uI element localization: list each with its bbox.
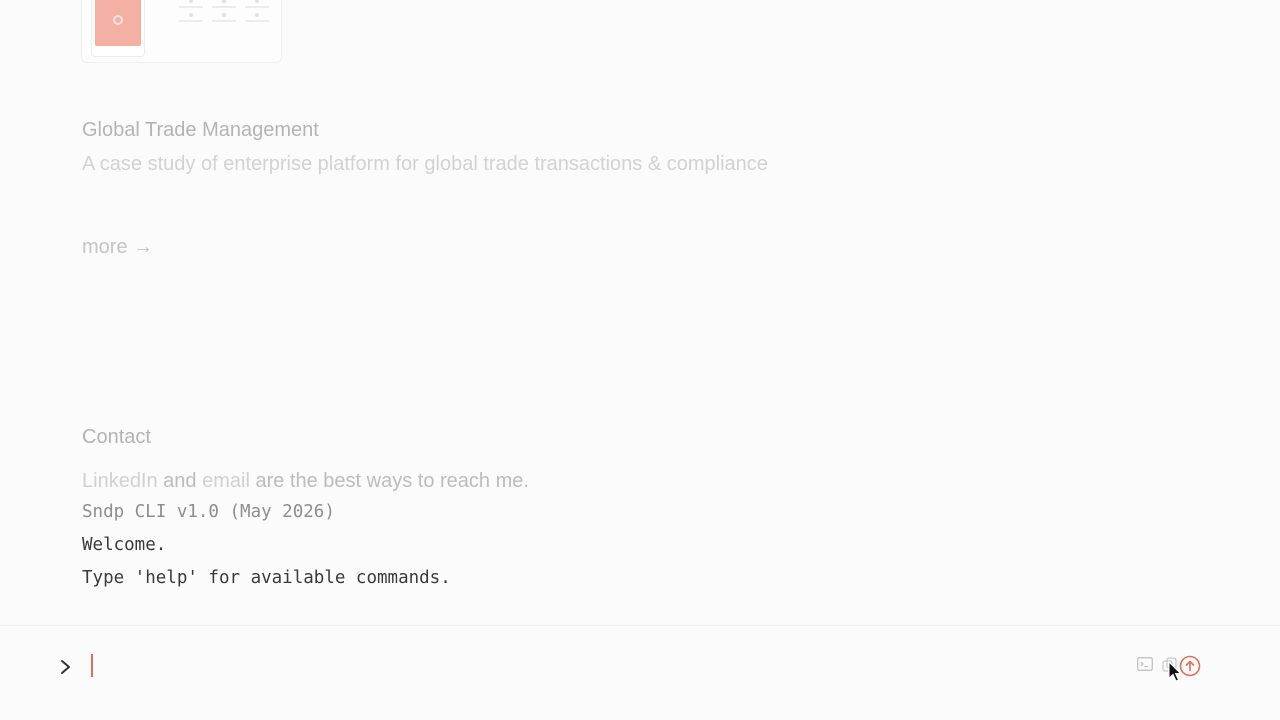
terminal-icon[interactable] (1137, 657, 1153, 671)
grid-item (211, 13, 237, 23)
phone-screen (95, 0, 141, 46)
project-subtitle: A case study of enterprise platform for … (82, 153, 768, 175)
contact-and-text: and (157, 470, 203, 492)
mouse-pointer-icon (1168, 661, 1182, 682)
page: Global Trade Management A case study of … (0, 0, 1280, 720)
contact-heading: Contact (82, 426, 151, 448)
cli-welcome-line: Welcome. (82, 535, 167, 555)
project-title[interactable]: Global Trade Management (82, 119, 319, 142)
email-link[interactable]: email (202, 470, 250, 492)
thumbnail-grid (178, 0, 278, 39)
text-caret (91, 654, 93, 677)
grid-item (178, 0, 204, 9)
contact-tail-text: are the best ways to reach me. (249, 470, 529, 492)
more-link[interactable]: more → (82, 236, 153, 259)
contact-text: LinkedIn and email are the best ways to … (82, 470, 529, 493)
grid-item (211, 0, 237, 9)
command-input[interactable] (88, 652, 1096, 680)
linkedin-link[interactable]: LinkedIn (82, 470, 158, 492)
project-thumbnail[interactable] (81, 0, 282, 63)
grid-item (244, 13, 270, 23)
command-prompt-bar (0, 625, 1280, 720)
cli-help-line: Type 'help' for available commands. (82, 568, 451, 588)
logo-icon (113, 15, 123, 25)
chevron-right-icon (61, 660, 70, 674)
cli-version-line: Sndp CLI v1.0 (May 2026) (82, 502, 335, 522)
grid-item (244, 0, 270, 9)
phone-mockup (91, 0, 145, 57)
grid-item (178, 13, 204, 23)
